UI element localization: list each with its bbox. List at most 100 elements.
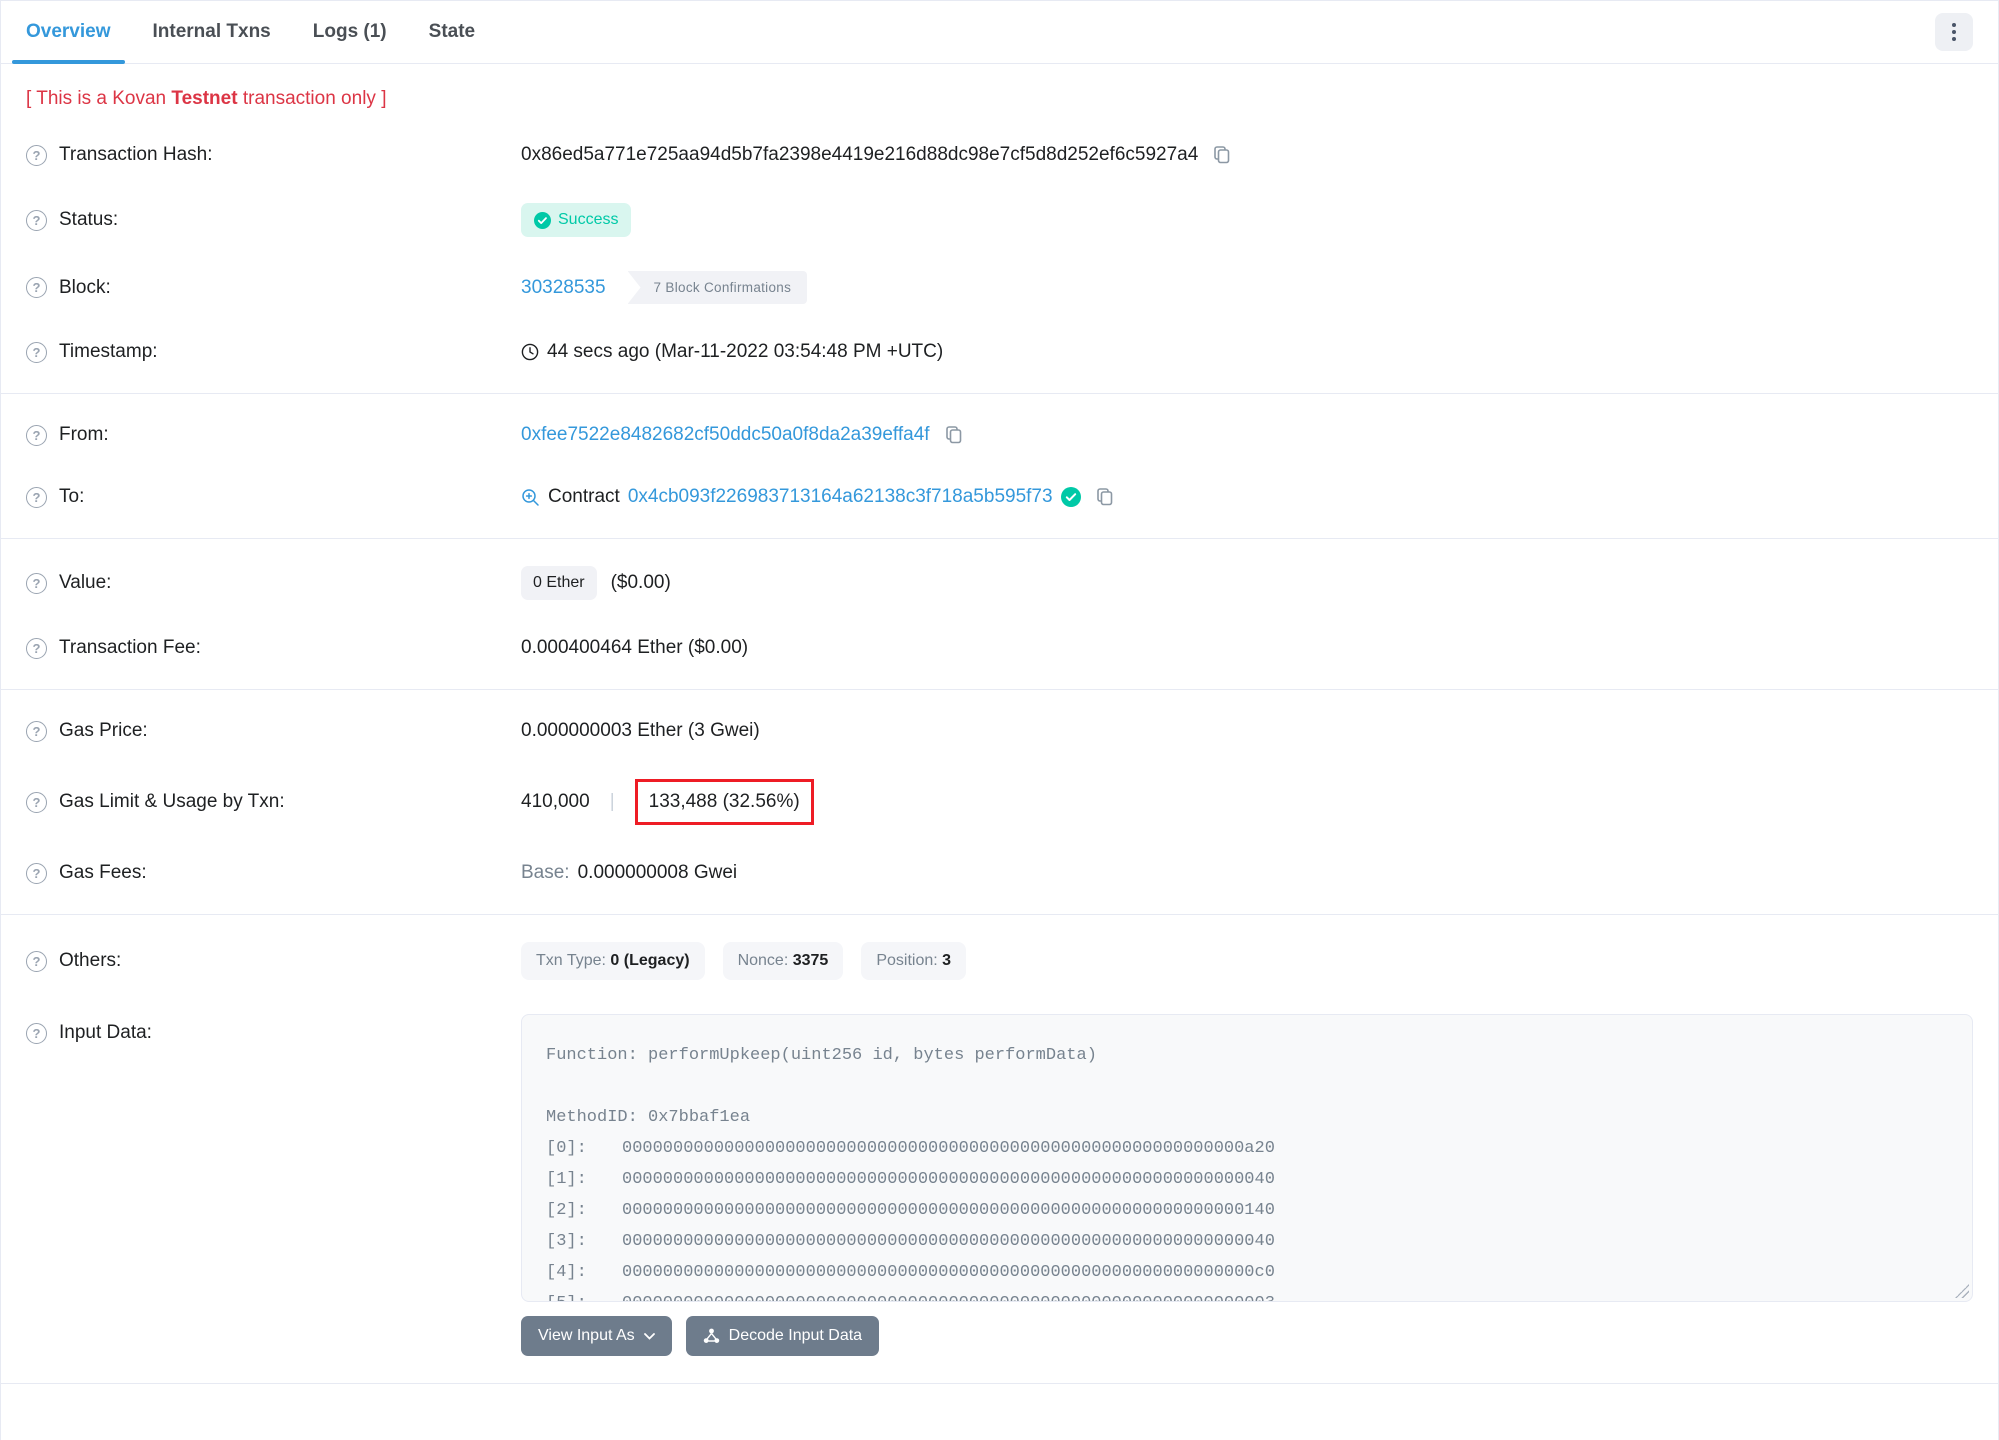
input-data-label: Input Data: [59,1022,152,1043]
block-number-link[interactable]: 30328535 [521,277,606,299]
row-gas-price: ? Gas Price: 0.000000003 Ether (3 Gwei) [1,700,1998,762]
input-param-line: [3]: 000000000000000000000000000000000000… [546,1232,1275,1251]
kebab-menu-icon [1952,23,1956,41]
view-input-as-label: View Input As [538,1327,635,1344]
help-icon[interactable]: ? [26,637,47,659]
input-methodid-line: MethodID: 0x7bbaf1ea [546,1108,751,1127]
nonce-value: 3375 [792,952,829,969]
row-value: ? Value: 0 Ether ($0.00) [1,549,1998,617]
row-gas-fees: ? Gas Fees: Base: 0.000000008 Gwei [1,842,1998,904]
copy-icon [945,426,961,444]
from-label: From: [59,424,109,445]
help-icon[interactable]: ? [26,341,47,363]
row-gas-limit-usage: ? Gas Limit & Usage by Txn: 410,000 | 13… [1,762,1998,842]
help-icon[interactable]: ? [26,862,47,884]
decode-icon [703,1328,719,1343]
copy-from-address-button[interactable] [944,425,964,445]
transaction-fee-label: Transaction Fee: [59,637,201,658]
section-overview-top: ? Transaction Hash: 0x86ed5a771e725aa94d… [1,114,1998,393]
testnet-notice: [ This is a Kovan Testnet transaction on… [1,64,1998,114]
row-to: ? To: Contract 0x4cb093f226983713164a621… [1,466,1998,528]
help-icon[interactable]: ? [26,144,47,166]
tab-logs[interactable]: Logs (1) [313,1,387,63]
help-icon[interactable]: ? [26,572,47,594]
help-icon[interactable]: ? [26,720,47,742]
to-label: To: [59,486,85,507]
input-param-line: [2]: 000000000000000000000000000000000000… [546,1201,1275,1220]
gas-separator: | [609,791,615,812]
section-gas: ? Gas Price: 0.000000003 Ether (3 Gwei) … [1,689,1998,914]
section-value-fee: ? Value: 0 Ether ($0.00) ? Transaction F… [1,538,1998,689]
input-function-line: Function: performUpkeep(uint256 id, byte… [546,1046,1097,1065]
help-icon[interactable]: ? [26,277,47,298]
gas-fees-label: Gas Fees: [59,862,147,883]
decode-input-data-button[interactable]: Decode Input Data [685,1316,880,1356]
input-param-line: [1]: 000000000000000000000000000000000000… [546,1170,1275,1189]
row-block: ? Block: 30328535 7 Block Confirmations [1,254,1998,321]
decode-input-data-label: Decode Input Data [728,1327,863,1344]
position-value: 3 [942,952,952,969]
timestamp-label: Timestamp: [59,341,158,362]
gas-fees-base-value: 0.000000008 Gwei [577,862,738,883]
gas-fees-base-label: Base: [521,862,570,883]
gas-limit-label: Gas Limit & Usage by Txn: [59,791,285,812]
row-transaction-hash: ? Transaction Hash: 0x86ed5a771e725aa94d… [1,124,1998,186]
row-status: ? Status: Success [1,186,1998,254]
help-icon[interactable]: ? [26,1022,47,1044]
copy-txn-hash-button[interactable] [1212,145,1232,165]
status-label: Status: [59,209,119,230]
txn-type-value: 0 (Legacy) [610,952,690,969]
row-transaction-fee: ? Transaction Fee: 0.000400464 Ether ($0… [1,617,1998,679]
help-icon[interactable]: ? [26,950,47,972]
nonce-key: Nonce: [737,952,789,969]
position-key: Position: [876,952,938,969]
help-icon[interactable]: ? [26,209,47,231]
copy-to-address-button[interactable] [1095,487,1115,507]
chevron-down-icon [643,1332,655,1340]
block-label: Block: [59,276,111,298]
transaction-details-card: Overview Internal Txns Logs (1) State [ … [0,0,1999,1440]
view-input-as-button[interactable]: View Input As [521,1316,672,1356]
ether-value-badge: 0 Ether [521,566,597,600]
value-label: Value: [59,572,112,593]
zoom-in-magnifier-icon[interactable] [521,488,540,507]
gas-price-label: Gas Price: [59,720,148,741]
input-data-textarea[interactable]: Function: performUpkeep(uint256 id, byte… [521,1014,1973,1302]
block-confirmations-badge: 7 Block Confirmations [627,271,808,304]
success-check-icon [534,211,551,229]
help-icon[interactable]: ? [26,486,47,508]
status-text: Success [558,211,619,228]
position-badge: Position: 3 [861,942,967,980]
tab-state[interactable]: State [429,1,475,63]
row-others: ? Others: Txn Type: 0 (Legacy) Nonce: 33… [1,925,1998,997]
tab-overview[interactable]: Overview [12,1,124,64]
more-options-button[interactable] [1935,13,1973,51]
input-param-line: [0]: 000000000000000000000000000000000000… [546,1139,1275,1158]
copy-icon [1214,146,1230,164]
notice-bold: Testnet [171,88,238,109]
row-from: ? From: 0xfee7522e8482682cf50ddc50a0f8da… [1,404,1998,466]
help-icon[interactable]: ? [26,424,47,446]
section-addresses: ? From: 0xfee7522e8482682cf50ddc50a0f8da… [1,393,1998,538]
section-others-input: ? Others: Txn Type: 0 (Legacy) Nonce: 33… [1,914,1998,1383]
textarea-resize-handle[interactable] [1955,1284,1969,1298]
row-input-data: ? Input Data: Function: performUpkeep(ui… [1,997,1998,1373]
bottom-divider-area [1,1383,1998,1418]
from-address-link[interactable]: 0xfee7522e8482682cf50ddc50a0f8da2a39effa… [521,424,930,446]
input-param-line: [5]:000000000000000000000000000000000000… [546,1288,1948,1301]
nonce-badge: Nonce: 3375 [722,942,844,980]
others-label: Others: [59,950,122,971]
gas-usage-highlight-box: 133,488 (32.56%) [634,779,814,825]
input-param-line: [4]: 000000000000000000000000000000000000… [546,1263,1275,1282]
usd-value: ($0.00) [610,572,671,593]
row-timestamp: ? Timestamp: 44 secs ago (Mar-11-2022 03… [1,321,1998,383]
to-contract-word: Contract [548,486,620,507]
status-badge: Success [521,203,632,237]
transaction-hash-value: 0x86ed5a771e725aa94d5b7fa2398e4419e216d8… [521,144,1199,165]
gas-limit-value: 410,000 [521,791,590,812]
gas-price-value: 0.000000003 Ether (3 Gwei) [521,720,760,741]
to-contract-address-link[interactable]: 0x4cb093f226983713164a62138c3f718a5b595f… [628,486,1053,508]
help-icon[interactable]: ? [26,791,47,813]
transaction-hash-label: Transaction Hash: [59,144,213,165]
tab-internal-txns[interactable]: Internal Txns [153,1,271,63]
